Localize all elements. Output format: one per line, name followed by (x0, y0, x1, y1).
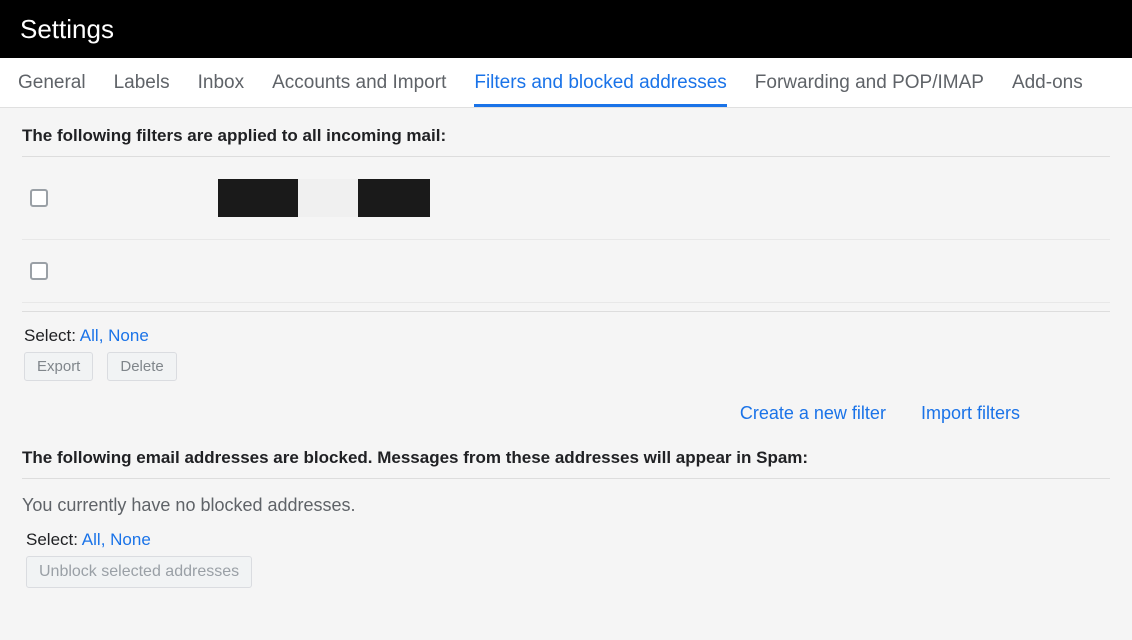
tab-inbox[interactable]: Inbox (198, 58, 244, 107)
tab-labels[interactable]: Labels (114, 58, 170, 107)
comma: , (99, 326, 104, 345)
blocked-section: The following email addresses are blocke… (22, 448, 1110, 588)
redacted-block (218, 179, 298, 217)
redacted-block (298, 179, 358, 217)
divider (22, 311, 1110, 312)
filter-checkbox[interactable] (30, 189, 48, 207)
select-none-link[interactable]: None (110, 530, 151, 549)
filters-select-row: Select: All, None (22, 326, 1110, 346)
blocked-select-row: Select: All, None (22, 530, 1110, 550)
unblock-selected-button[interactable]: Unblock selected addresses (26, 556, 252, 588)
select-all-link[interactable]: All (80, 326, 99, 345)
import-filters-link[interactable]: Import filters (921, 403, 1020, 423)
select-label: Select: (24, 326, 76, 345)
page-title: Settings (20, 14, 114, 45)
filter-buttons-row: Export Delete (22, 352, 1110, 381)
blocked-section-heading: The following email addresses are blocke… (22, 448, 1110, 468)
filter-checkbox[interactable] (30, 262, 48, 280)
filter-actions: Create a new filter Import filters (22, 403, 1110, 424)
redacted-block (358, 179, 430, 217)
tab-addons[interactable]: Add-ons (1012, 58, 1083, 107)
select-none-link[interactable]: None (108, 326, 149, 345)
filter-redacted-content (218, 179, 430, 217)
settings-tabs: General Labels Inbox Accounts and Import… (0, 58, 1132, 108)
page-header: Settings (0, 0, 1132, 58)
tab-filters-blocked[interactable]: Filters and blocked addresses (474, 58, 726, 107)
comma: , (101, 530, 106, 549)
tab-accounts-import[interactable]: Accounts and Import (272, 58, 446, 107)
filter-row (22, 240, 1110, 303)
filter-row (22, 157, 1110, 240)
filters-section-heading: The following filters are applied to all… (22, 126, 1110, 146)
content-area: The following filters are applied to all… (0, 108, 1132, 606)
select-all-link[interactable]: All (82, 530, 101, 549)
tab-general[interactable]: General (18, 58, 86, 107)
select-label: Select: (26, 530, 78, 549)
divider (22, 478, 1110, 479)
tab-forwarding-pop-imap[interactable]: Forwarding and POP/IMAP (755, 58, 984, 107)
create-new-filter-link[interactable]: Create a new filter (740, 403, 886, 423)
delete-button[interactable]: Delete (107, 352, 176, 381)
export-button[interactable]: Export (24, 352, 93, 381)
no-blocked-message: You currently have no blocked addresses. (22, 495, 1110, 516)
